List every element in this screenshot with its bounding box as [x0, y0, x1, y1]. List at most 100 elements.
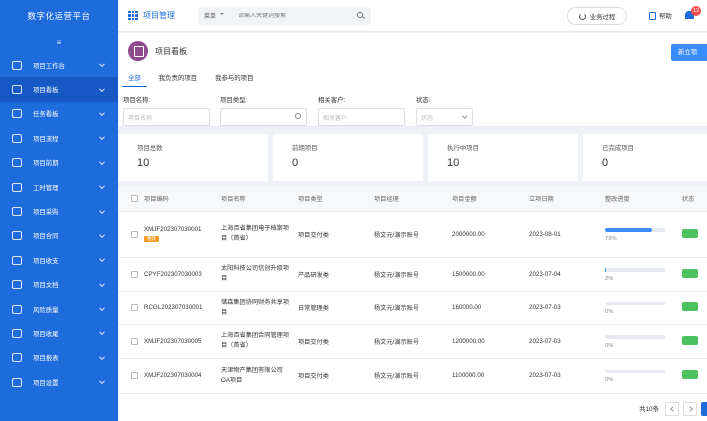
row-checkbox[interactable] [131, 372, 138, 379]
help-link[interactable]: 帮助 [649, 11, 672, 20]
page-title: 项目看板 [155, 46, 187, 56]
cart-icon [12, 207, 22, 217]
sidebar-item[interactable]: 项目报表 [0, 346, 118, 370]
stat-value: 10 [447, 157, 460, 169]
sidebar: 数字化运营平台 ≡ 项目工作台 项目看板 任务看板 项目流程 项目前期 工时管理 项目采购项… [0, 0, 118, 421]
app-grid-icon[interactable] [128, 10, 138, 21]
project-amount: 1200000.00 [452, 337, 485, 345]
status-button[interactable] [682, 268, 698, 278]
table-row[interactable]: XMJF202307030005 上海百省集团合同管理项目（首省） 项目交付类 杨文元… [118, 324, 707, 359]
stat-value: 0 [292, 157, 299, 169]
contract-icon [12, 231, 22, 241]
sidebar-item-label: 项目合同 [33, 233, 59, 241]
row-checkbox[interactable] [131, 230, 138, 238]
rectify-tag: 整改 [144, 236, 159, 242]
menu-fold-icon[interactable]: ≡ [0, 33, 118, 53]
filter-type-label: 项目类型: [220, 97, 248, 104]
filter-status-label: 状态: [416, 97, 431, 104]
customer-input[interactable]: 相关客户 [318, 108, 405, 126]
row-checkbox[interactable] [131, 304, 138, 311]
select-all-checkbox[interactable] [131, 195, 138, 203]
progress-text: 79% [605, 235, 617, 242]
status-select[interactable]: 状态 [416, 108, 473, 126]
status-button[interactable] [682, 335, 698, 345]
document-icon [12, 158, 22, 168]
sidebar-item[interactable]: 项目看板 [0, 77, 118, 102]
project-name-link[interactable]: 天津物产集团有限公司OA项目 [221, 367, 283, 384]
notification-bell[interactable]: 12 [685, 6, 701, 20]
sidebar-item[interactable]: 项目设置 [0, 370, 118, 394]
chevron-down-icon [99, 305, 105, 312]
status-button[interactable] [682, 302, 698, 311]
sidebar-item[interactable]: 项目收尾 [0, 321, 118, 345]
stat-card: 前期项目 0 [273, 134, 423, 181]
sidebar-item[interactable]: 工时管理 [0, 175, 118, 199]
sidebar-item[interactable]: 项目采购 [0, 199, 118, 223]
tabs: 全部 我负责的项目 我参与的项目 [118, 69, 271, 87]
tab[interactable]: 我参与的项目 [215, 69, 253, 87]
project-name-input[interactable]: 项目名称 [123, 108, 210, 126]
project-name-link[interactable]: 上海百省集团电子档案项目（首省） [221, 225, 289, 242]
project-type: 项目交付类 [298, 338, 329, 346]
column-header: 状态 [682, 187, 707, 212]
project-amount: 2000000.00 [452, 230, 485, 238]
status-button[interactable] [682, 370, 698, 379]
project-type: 项目交付类 [298, 373, 329, 380]
sidebar-item-label: 项目流程 [33, 135, 59, 143]
stat-card: 项目总数 10 [118, 134, 268, 181]
tab[interactable]: 我负责的项目 [159, 69, 197, 87]
progress-bar [605, 301, 665, 306]
sidebar-item[interactable]: 项目文档 [0, 273, 118, 297]
sidebar-item-label: 项目设置 [33, 379, 59, 387]
search-scope-select[interactable]: 菜单 [198, 11, 238, 20]
project-name-link[interactable]: 储森集团协同财务共享项目 [221, 299, 289, 316]
app-title[interactable]: 项目管理 [143, 10, 175, 21]
sidebar-item[interactable]: 项目工作台 [0, 53, 118, 77]
column-header: 项目编码 [144, 187, 221, 212]
pagination: 共10条 [118, 396, 707, 421]
project-date: 2023-08-01 [529, 230, 561, 238]
monitor-icon [12, 60, 22, 70]
table-row[interactable]: RCGL202307030001 储森集团协同财务共享项目 日常管理类 杨文元/演示账… [118, 291, 707, 325]
project-date: 2023-07-04 [529, 270, 561, 278]
column-header: 项目经理 [374, 187, 452, 212]
project-type-select[interactable] [220, 108, 307, 126]
sidebar-item-label: 项目收尾 [33, 330, 59, 338]
search-input[interactable] [238, 12, 338, 19]
biz-process-button[interactable]: 业务过程 [567, 7, 627, 25]
project-name-link[interactable]: 上海百省集团合同管理项目（首省） [221, 332, 289, 349]
status-button[interactable] [682, 228, 698, 238]
column-header: 立项日期 [529, 187, 605, 212]
project-manager: 杨文元/演示账号 [374, 373, 420, 380]
prev-page-button[interactable] [665, 401, 679, 416]
project-manager: 杨文元/演示账号 [374, 271, 420, 279]
current-page[interactable] [701, 401, 707, 416]
project-amount: 1500000.00 [452, 270, 485, 278]
top-bar: 项目管理 菜单 业务过程 帮助 12 [118, 0, 707, 32]
stat-card: 已完成项目 0 [583, 134, 707, 181]
progress-text: 2% [605, 275, 614, 282]
chevron-down-icon [99, 232, 105, 238]
sidebar-item[interactable]: 项目收支 [0, 248, 118, 272]
search-icon[interactable] [357, 11, 363, 18]
sidebar-item[interactable]: 项目合同 [0, 224, 118, 248]
flow-icon [12, 133, 22, 143]
chevron-down-icon [99, 183, 105, 190]
next-page-button[interactable] [683, 401, 697, 416]
sidebar-item-label: 项目文档 [33, 282, 59, 290]
progress-fill [605, 228, 653, 232]
sidebar-item[interactable]: 风险质量 [0, 297, 118, 321]
project-name-link[interactable]: 太阳科技公司信创升级项目 [221, 265, 289, 282]
table-row[interactable]: XMJF202307030004 天津物产集团有限公司OA项目 项目交付类 杨文元/演… [118, 358, 707, 394]
row-checkbox[interactable] [131, 337, 138, 345]
table-row[interactable]: CPYF202307030003 太阳科技公司信创升级项目 产品研发类 杨文元/演示账… [118, 257, 707, 292]
progress-bar [605, 369, 665, 374]
stat-card: 执行中项目 10 [428, 134, 578, 181]
new-project-button[interactable]: 新立项 [671, 44, 707, 61]
row-checkbox[interactable] [131, 270, 138, 278]
sidebar-item[interactable]: 任务看板 [0, 102, 118, 126]
table-row[interactable]: XMJF202307030001 整改 上海百省集团电子档案项目（首省） 项目交付类 杨… [118, 211, 707, 258]
sidebar-item[interactable]: 项目流程 [0, 126, 118, 150]
tab[interactable]: 全部 [122, 69, 147, 87]
sidebar-item[interactable]: 项目前期 [0, 151, 118, 175]
